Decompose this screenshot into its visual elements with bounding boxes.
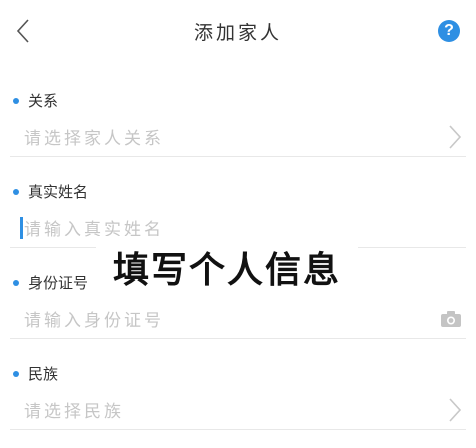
chevron-right-icon — [449, 125, 462, 149]
help-icon[interactable]: ? — [438, 20, 460, 42]
camera-icon[interactable] — [440, 310, 462, 328]
relation-label-text: 关系 — [28, 92, 59, 110]
real-name-field[interactable]: 真实姓名 请输入真实姓名 — [10, 157, 466, 248]
text-cursor — [20, 217, 23, 239]
real-name-label: 真实姓名 — [10, 181, 88, 202]
relation-field[interactable]: 关系 请选择家人关系 — [10, 66, 466, 157]
id-number-label-text: 身份证号 — [28, 274, 89, 292]
page-title: 添加家人 — [193, 22, 282, 44]
required-dot — [13, 370, 19, 377]
nav-bar: 添加家人 ? — [0, 0, 476, 62]
relation-select[interactable]: 请选择家人关系 — [24, 124, 164, 149]
required-dot — [13, 188, 19, 195]
instruction-caption: 填写个人信息 — [96, 236, 358, 298]
id-number-label: 身份证号 — [10, 272, 88, 293]
ethnicity-select[interactable]: 请选择民族 — [24, 397, 124, 422]
id-number-input[interactable]: 请输入身份证号 — [24, 306, 164, 331]
ethnicity-label: 民族 — [10, 363, 58, 384]
required-dot — [13, 97, 19, 104]
relation-label: 关系 — [10, 90, 58, 111]
real-name-label-text: 真实姓名 — [28, 183, 89, 201]
required-dot — [13, 279, 19, 286]
chevron-right-icon — [449, 398, 462, 422]
ethnicity-field[interactable]: 民族 请选择民族 — [10, 339, 466, 430]
ethnicity-label-text: 民族 — [28, 365, 59, 383]
